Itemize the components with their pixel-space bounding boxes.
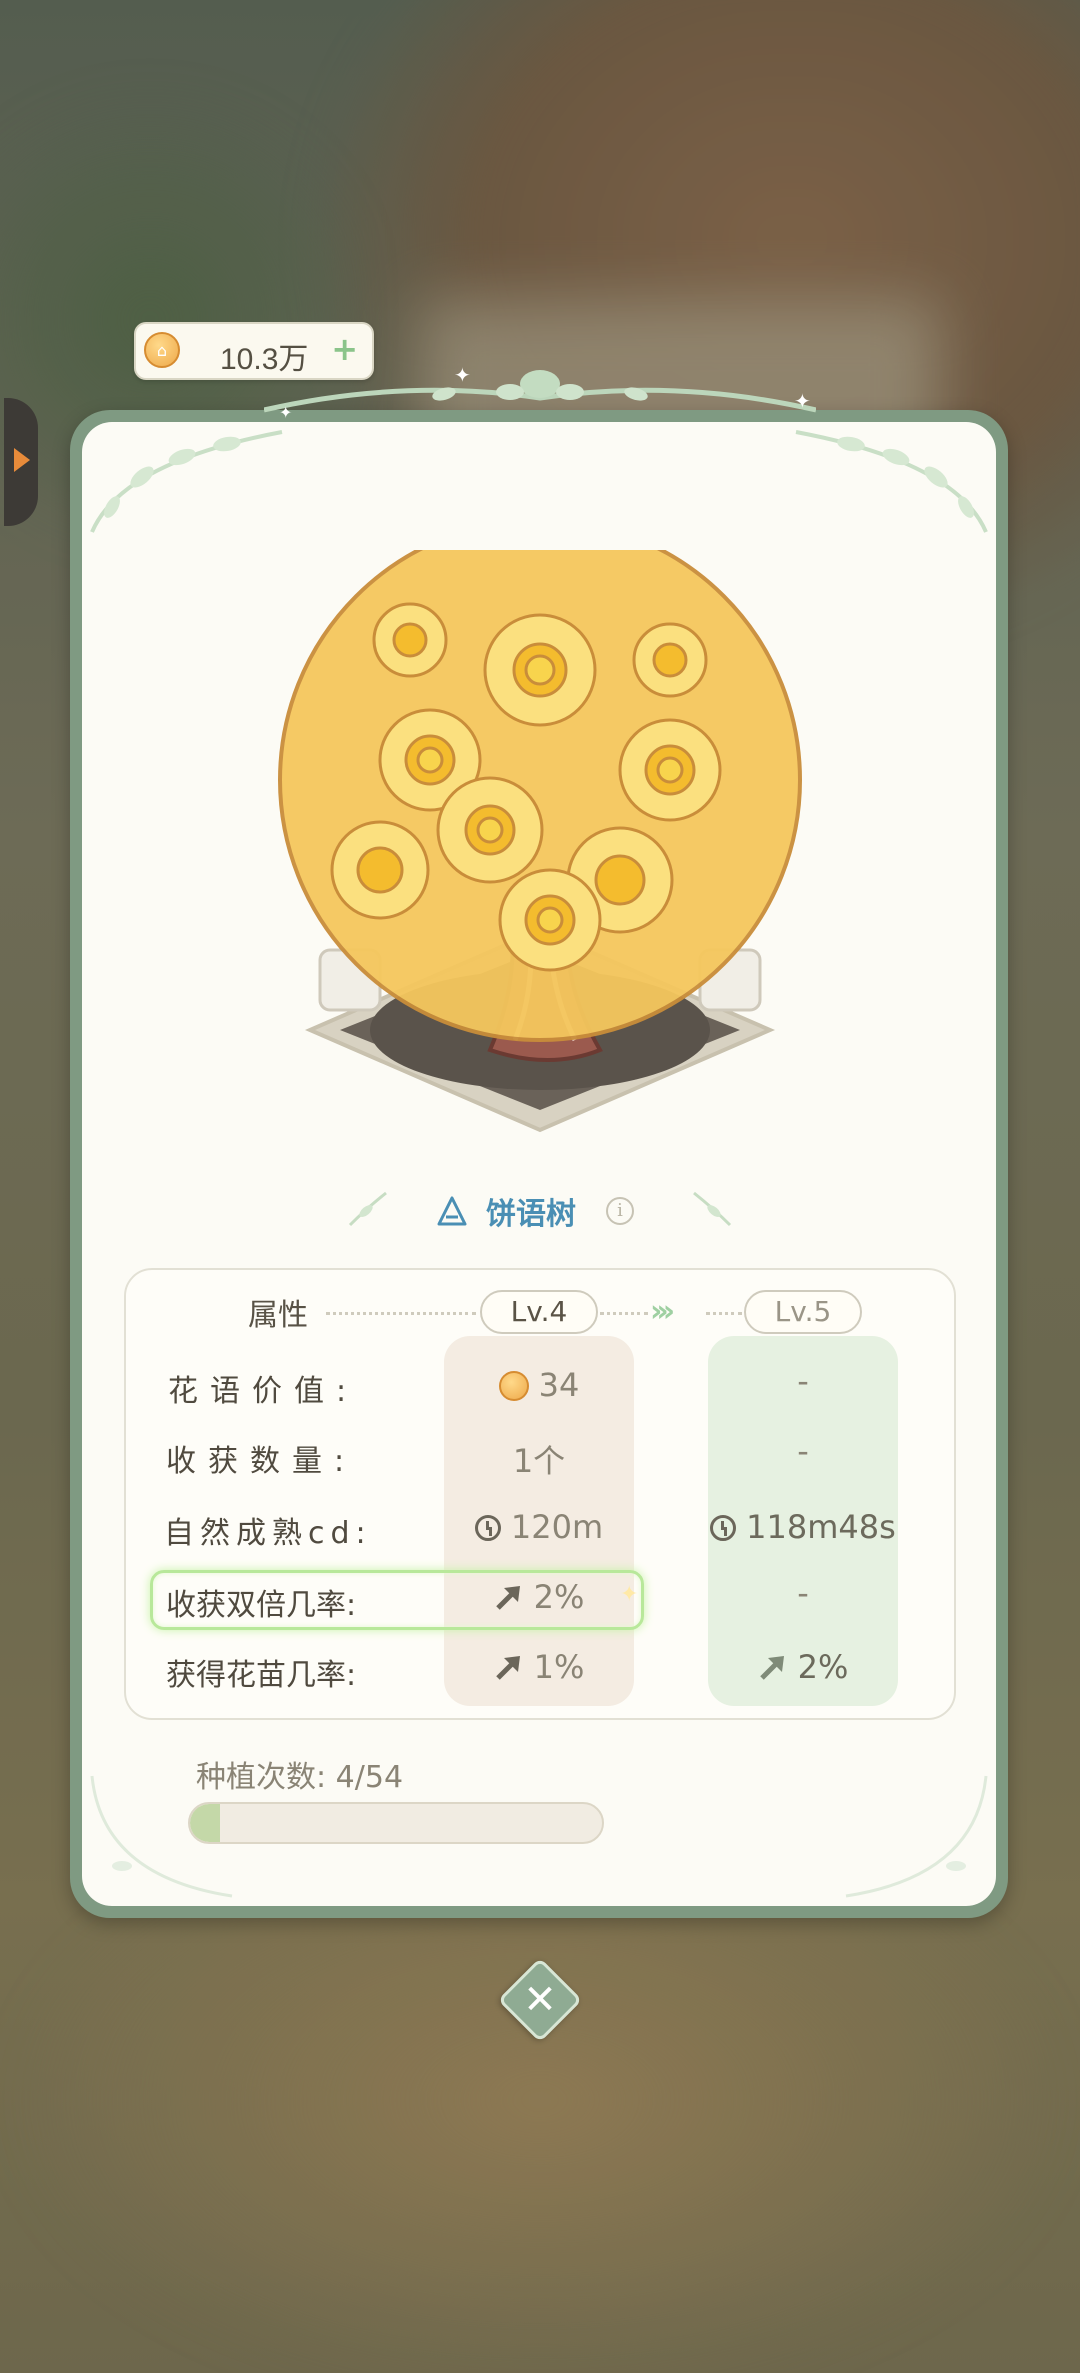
- plant-name: 饼语树: [486, 1197, 576, 1232]
- coin-icon: [498, 1371, 529, 1401]
- dotted-divider: [706, 1312, 742, 1315]
- attr-next-value: 118m48s: [698, 1508, 908, 1546]
- corner-decoration: [845, 1775, 988, 1898]
- clock-icon: [710, 1515, 737, 1541]
- attr-next-value: 2%: [708, 1648, 898, 1686]
- attr-label: 获得花苗几率:: [166, 1658, 357, 1693]
- planting-count-value: 4/54: [335, 1760, 404, 1795]
- svg-text:✦: ✦: [794, 389, 811, 413]
- current-level-tag: Lv.4: [480, 1290, 598, 1334]
- dotted-divider: [600, 1312, 648, 1315]
- attr-next-value: -: [797, 1362, 809, 1400]
- svg-text:✦: ✦: [279, 403, 292, 422]
- planting-count: 种植次数: 4/54: [196, 1752, 403, 1796]
- attributes-title: 属性: [248, 1298, 308, 1333]
- planting-count-label: 种植次数:: [196, 1760, 327, 1795]
- crown-ornament: ✦ ✦ ✦: [264, 363, 816, 422]
- attr-label: 收获双倍几率:: [166, 1588, 357, 1623]
- attr-current-value: 1%: [444, 1648, 634, 1686]
- sprig-icon: [693, 1191, 732, 1227]
- side-arrow-icon: [14, 448, 30, 472]
- plant-name-row: 饼语树 i: [340, 1185, 740, 1235]
- attr-next-value: -: [797, 1432, 809, 1470]
- next-level-tag: Lv.5: [744, 1290, 862, 1334]
- info-icon[interactable]: i: [606, 1197, 634, 1225]
- side-panel-tab[interactable]: [4, 398, 38, 526]
- attr-current-value: 34: [444, 1366, 634, 1404]
- attr-label: 收获数量:: [166, 1444, 357, 1479]
- planting-progress-bar: [188, 1802, 604, 1844]
- attr-current-value: 2%: [444, 1578, 634, 1616]
- dotted-divider: [326, 1312, 476, 1315]
- plant-type-icon: [437, 1196, 467, 1226]
- chevrons-icon: ›››: [650, 1294, 675, 1329]
- attr-label: 自然成熟cd:: [164, 1516, 372, 1551]
- up-arrow-icon: [495, 1586, 520, 1610]
- svg-text:✦: ✦: [454, 363, 471, 387]
- up-arrow-icon: [495, 1656, 520, 1680]
- attr-current-value: 1个: [512, 1442, 566, 1480]
- vine-decoration: [90, 430, 283, 533]
- close-icon[interactable]: ✕: [510, 1970, 570, 2030]
- attr-current-value: 120m: [444, 1508, 634, 1546]
- coin-icon: ⌂: [144, 332, 180, 368]
- clock-icon: [474, 1515, 501, 1541]
- attr-next-value: -: [797, 1574, 809, 1612]
- vine-decoration: [795, 430, 988, 533]
- sprig-icon: [348, 1191, 387, 1227]
- up-arrow-icon: [759, 1656, 784, 1680]
- flower-tree-illustration: [278, 550, 802, 1133]
- planting-progress-fill: [190, 1804, 221, 1842]
- attr-label: 花语价值:: [168, 1374, 359, 1409]
